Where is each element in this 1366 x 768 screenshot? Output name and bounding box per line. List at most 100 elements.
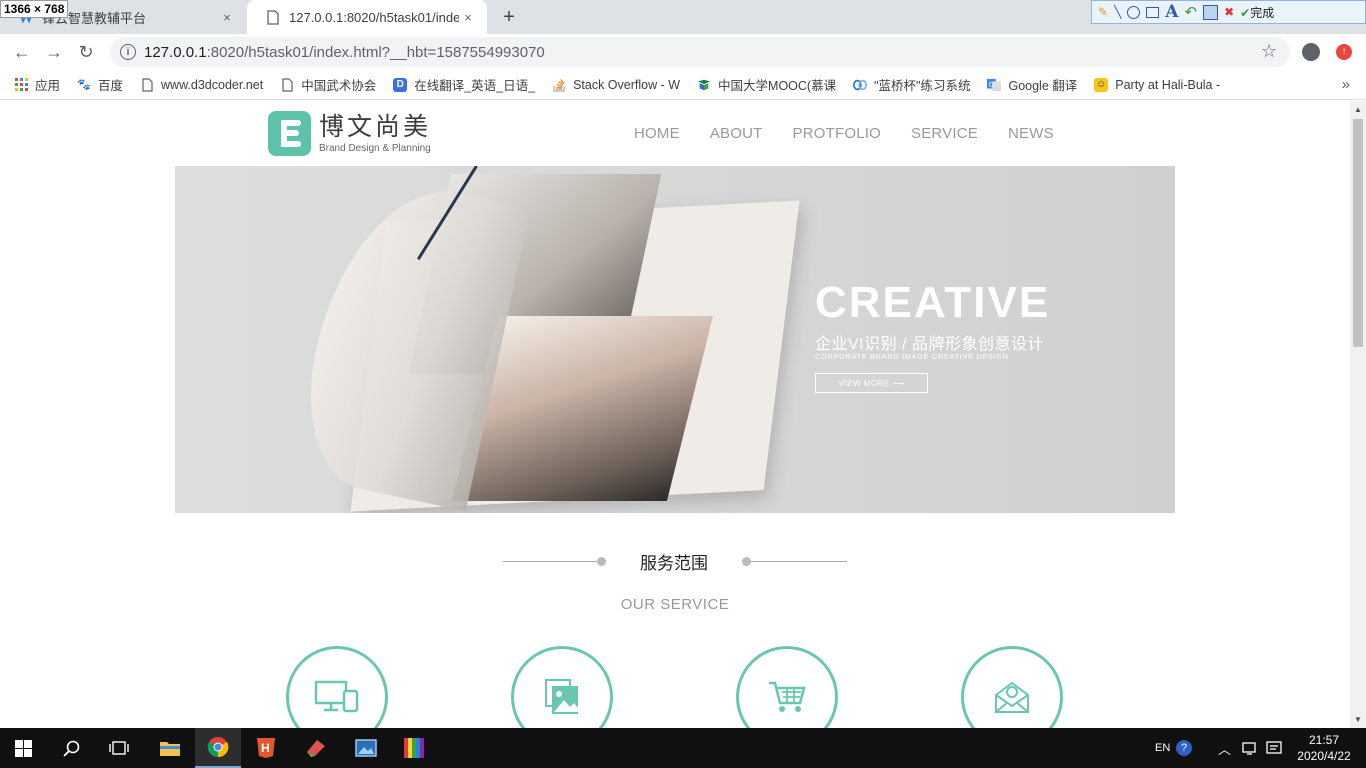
bookmark-star-icon[interactable]: ☆ — [1261, 41, 1277, 62]
windows-start-icon[interactable] — [0, 728, 46, 768]
url-path: :8020/h5task01/index.html?__hbt=15875549… — [206, 43, 545, 61]
bookmark-lanqiao[interactable]: "蓝桥杯"练习系统 — [853, 75, 970, 94]
service-title-cn: 服务范围 — [640, 554, 708, 573]
scrollbar-thumb[interactable] — [1353, 119, 1363, 347]
bookmark-label: 中国武术协会 — [301, 79, 377, 93]
lanqiao-icon — [853, 78, 868, 92]
help-icon[interactable]: ? — [1176, 728, 1192, 768]
bookmark-apps[interactable]: 应用 — [14, 75, 60, 94]
divider-line — [503, 561, 600, 562]
bookmark-label: www.d3dcoder.net — [161, 77, 264, 92]
color-app-icon[interactable] — [391, 728, 437, 768]
annotation-toolbar: ✎ ╲ A ↶ ✖ ✔完成 — [1091, 0, 1366, 24]
save-icon[interactable] — [1203, 4, 1219, 20]
close-tab-icon[interactable]: × — [218, 10, 236, 25]
stackoverflow-icon — [552, 78, 566, 92]
reload-icon[interactable]: ↻ — [74, 40, 98, 64]
divider-line — [750, 561, 847, 562]
mooc-icon — [697, 78, 711, 92]
app-tool-icon[interactable] — [293, 728, 339, 768]
bookmark-d3dcoder[interactable]: www.d3dcoder.net — [140, 78, 263, 92]
page-icon — [265, 9, 281, 25]
chrome-icon[interactable] — [195, 728, 241, 768]
clock-time: 21:57 — [1308, 733, 1340, 747]
chevron-up-icon[interactable]: ︿ — [1218, 728, 1231, 768]
circle-icon[interactable] — [1127, 5, 1141, 19]
nav-portfolio[interactable]: PROTFOLIO — [793, 125, 881, 142]
account-icon[interactable] — [1302, 43, 1320, 61]
text-icon[interactable]: A — [1165, 2, 1178, 22]
update-icon[interactable]: ↑ — [1336, 44, 1352, 60]
bookmark-label: 中国大学MOOC(慕课 — [718, 79, 837, 93]
notification-icon[interactable] — [1266, 728, 1282, 768]
nav-news[interactable]: NEWS — [1008, 125, 1054, 142]
bookmark-party[interactable]: ☺ Party at Hali-Bula - — [1094, 77, 1221, 92]
scroll-down-icon[interactable]: ▼ — [1354, 715, 1362, 724]
browser-toolbar: ← → ↻ i 127.0.0.1:8020/h5task01/index.ht… — [0, 34, 1366, 70]
undo-icon[interactable]: ↶ — [1185, 3, 1198, 21]
service-section-heading: 服务范围 — [0, 549, 1350, 579]
banner-subtitle: 企业VI识别 / 品牌形象创意设计 — [815, 336, 1044, 353]
scroll-up-icon[interactable]: ▲ — [1354, 105, 1362, 114]
bookmark-label: 百度 — [98, 79, 124, 93]
page-scrollbar[interactable]: ▲ ▼ — [1350, 101, 1366, 728]
nav-service[interactable]: SERVICE — [911, 125, 978, 142]
forward-arrow-icon[interactable]: → — [42, 40, 66, 64]
svg-text:H: H — [261, 741, 270, 755]
main-nav: HOME ABOUT PROTFOLIO SERVICE NEWS — [634, 125, 1084, 142]
nav-about[interactable]: ABOUT — [710, 125, 763, 142]
logo-cn: 博文尚美 — [319, 112, 432, 141]
back-arrow-icon[interactable]: ← — [10, 40, 34, 64]
bookmark-label: Party at Hali-Bula - — [1115, 77, 1221, 92]
close-tab-icon[interactable]: × — [459, 10, 477, 25]
bookmarks-bar: 应用 🐾 百度 www.d3dcoder.net 中国武术协会 D 在线翻译_英… — [0, 70, 1366, 100]
site-logo[interactable]: 博文尚美 Brand Design & Planning — [268, 111, 431, 156]
task-view-icon[interactable] — [96, 728, 142, 768]
bookmark-stackoverflow[interactable]: Stack Overflow - W — [552, 78, 680, 92]
address-bar[interactable]: i 127.0.0.1:8020/h5task01/index.html?__h… — [110, 37, 1290, 67]
cancel-icon[interactable]: ✖ — [1224, 5, 1234, 19]
network-icon[interactable] — [1242, 728, 1258, 768]
apps-grid-icon — [14, 78, 28, 92]
page-viewport: 博文尚美 Brand Design & Planning HOME ABOUT … — [0, 101, 1350, 728]
emoji-icon: ☺ — [1094, 77, 1109, 92]
done-button[interactable]: ✔完成 — [1240, 4, 1274, 21]
bookmark-wushu[interactable]: 中国武术协会 — [280, 75, 376, 94]
new-tab-button[interactable]: + — [498, 6, 520, 29]
translate-d-icon: D — [393, 77, 408, 92]
view-more-button[interactable]: VIEW MORE ⟶ — [815, 373, 928, 393]
site-header: 博文尚美 Brand Design & Planning HOME ABOUT … — [0, 101, 1350, 166]
file-explorer-icon[interactable] — [147, 728, 193, 768]
mail-icon[interactable] — [961, 646, 1063, 728]
tab-title: 127.0.0.1:8020/h5task01/index — [289, 9, 459, 25]
bookmark-mooc[interactable]: 中国大学MOOC(慕课 — [697, 75, 836, 94]
gallery-icon[interactable] — [511, 646, 613, 728]
nav-home[interactable]: HOME — [634, 125, 680, 142]
bookmark-label: 应用 — [35, 79, 61, 93]
rectangle-icon[interactable] — [1146, 6, 1160, 18]
search-icon[interactable] — [48, 728, 94, 768]
image-viewer-icon[interactable] — [343, 728, 389, 768]
system-clock[interactable]: 21:57 2020/4/22 — [1292, 732, 1356, 764]
site-info-icon[interactable]: i — [120, 44, 136, 60]
svg-text:G: G — [989, 81, 994, 88]
bookmark-label: 在线翻译_英语_日语_ — [414, 79, 536, 93]
hbuilder-icon[interactable]: H — [243, 728, 289, 768]
baidu-paw-icon: 🐾 — [77, 79, 91, 91]
bookmark-label: Google 翻译 — [1008, 79, 1078, 93]
banner-title: CREATIVE — [815, 278, 1051, 327]
bookmark-label: Stack Overflow - W — [573, 77, 681, 92]
bookmark-google-translate[interactable]: G Google 翻译 — [987, 75, 1077, 94]
shopping-cart-icon[interactable] — [736, 646, 838, 728]
bookmarks-overflow-icon[interactable]: » — [1342, 76, 1350, 93]
pen-icon[interactable]: ✎ — [1098, 5, 1108, 19]
hero-banner: CREATIVE 企业VI识别 / 品牌形象创意设计 CORPORATE BRA… — [175, 166, 1175, 513]
logo-en: Brand Design & Planning — [319, 143, 431, 154]
bookmark-baidu[interactable]: 🐾 百度 — [77, 75, 123, 94]
line-icon[interactable]: ╲ — [1114, 5, 1121, 19]
devices-icon[interactable] — [286, 646, 388, 728]
language-indicator[interactable]: EN — [1155, 728, 1170, 768]
bookmark-translate[interactable]: D 在线翻译_英语_日语_ — [393, 75, 535, 94]
tab-localhost[interactable]: 127.0.0.1:8020/h5task01/index × — [247, 0, 487, 34]
logo-e-icon — [268, 111, 311, 156]
